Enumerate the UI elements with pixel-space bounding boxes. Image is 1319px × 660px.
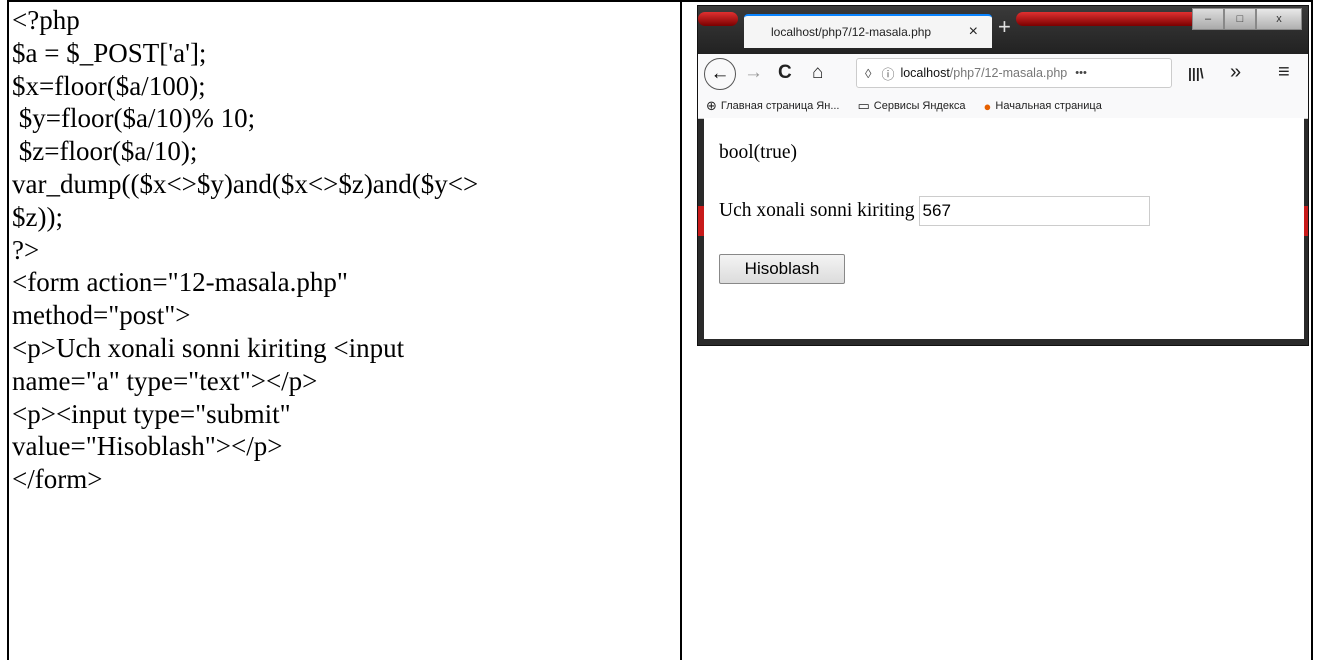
close-window-button[interactable]: x [1256, 8, 1302, 30]
bookmark-label: Начальная страница [995, 100, 1102, 112]
minimize-button[interactable]: – [1192, 8, 1224, 30]
code-line: $z=floor($a/10); [12, 136, 198, 167]
bookmarks-toolbar: ⊕ Главная страница Ян... ▭ Сервисы Яндек… [698, 94, 1308, 119]
code-line: var_dump(($x<>$y)and($x<>$z)and($y<> [12, 168, 479, 199]
hamburger-menu-icon[interactable]: ≡ [1278, 61, 1290, 84]
form-row: Uch xonali sonni kiriting 567 [719, 196, 1150, 226]
number-input[interactable]: 567 [918, 196, 1150, 226]
code-line: $z)); [12, 201, 63, 232]
page-actions-button[interactable]: ••• [1075, 67, 1087, 79]
url-text: localhost/php7/12-masala.php [900, 66, 1067, 80]
reload-button[interactable]: C [778, 62, 792, 84]
library-icon[interactable]: |||\ [1188, 65, 1204, 81]
code-line: </form> [12, 464, 103, 495]
page-content: bool(true) Uch xonali sonni kiriting 567… [704, 118, 1304, 339]
code-line: <p>Uch xonali sonni kiriting <input [12, 332, 405, 363]
info-icon: ⓘ [881, 66, 895, 82]
code-line: value="Hisoblash"></p> [12, 431, 283, 462]
code-line: name="a" type="text"></p> [12, 365, 318, 396]
forward-button[interactable]: → [744, 62, 763, 84]
window-controls: – □ x [1192, 8, 1302, 30]
url-bar[interactable]: ◊ ⓘ localhost/php7/12-masala.php ••• [856, 58, 1172, 88]
column-divider [680, 0, 682, 660]
code-line: method="post"> [12, 300, 191, 331]
browser-tab[interactable]: localhost/php7/12-masala.php × [744, 14, 992, 48]
code-line: $a = $_POST['a']; [12, 37, 207, 68]
tab-title: localhost/php7/12-masala.php [771, 25, 932, 39]
overflow-menu-button[interactable]: » [1230, 61, 1241, 84]
decor-bar [698, 12, 738, 26]
url-host: localhost [900, 66, 950, 80]
var-dump-output: bool(true) [719, 142, 797, 163]
code-line: <form action="12-masala.php" [12, 267, 348, 298]
input-label: Uch xonali sonni kiriting [719, 200, 915, 221]
firefox-icon: ● [983, 98, 992, 114]
code-line: <?php [12, 5, 80, 35]
close-tab-icon[interactable]: × [969, 23, 978, 41]
php-code-block: <?php $a = $_POST['a']; $x=floor($a/100)… [12, 4, 677, 496]
code-line: ?> [12, 234, 40, 265]
shield-icon: ◊ [865, 65, 872, 81]
url-path: /php7/12-masala.php [949, 66, 1068, 80]
bookmark-item[interactable]: ● Начальная страница [984, 99, 1102, 114]
code-line: $y=floor($a/10)% 10; [12, 103, 256, 134]
browser-titlebar: localhost/php7/12-masala.php × + – □ x [698, 6, 1308, 54]
globe-icon: ⊕ [706, 98, 717, 113]
bookmark-item[interactable]: ▭ Сервисы Яндекса [857, 98, 965, 114]
navigation-toolbar: ← → C ⌂ ◊ ⓘ localhost/php7/12-masala.php… [698, 54, 1308, 95]
back-button[interactable]: ← [704, 58, 736, 90]
bookmark-item[interactable]: ⊕ Главная страница Ян... [706, 98, 839, 114]
browser-screenshot: localhost/php7/12-masala.php × + – □ x ←… [697, 5, 1309, 346]
code-line: $x=floor($a/100); [12, 70, 206, 101]
bookmark-label: Главная страница Ян... [720, 100, 840, 112]
home-button[interactable]: ⌂ [812, 62, 823, 84]
maximize-button[interactable]: □ [1224, 8, 1256, 30]
submit-button[interactable]: Hisoblash [719, 254, 845, 284]
folder-icon: ▭ [857, 98, 870, 113]
bookmark-label: Сервисы Яндекса [873, 100, 966, 112]
code-line: <p><input type="submit" [12, 398, 291, 429]
new-tab-button[interactable]: + [998, 14, 1011, 40]
